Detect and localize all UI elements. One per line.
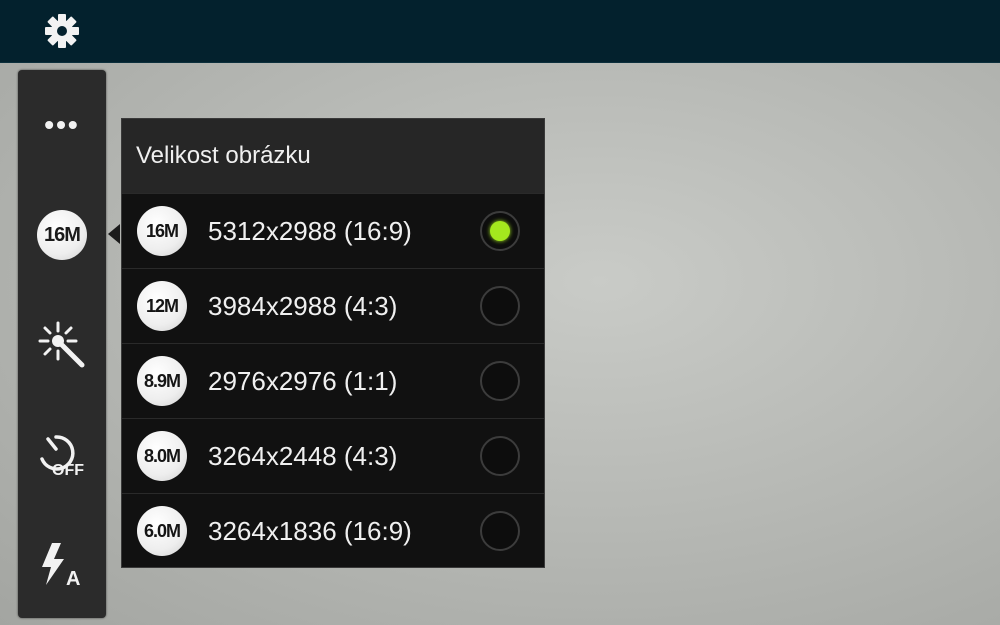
size-badge: 8.9M [137, 356, 187, 406]
picture-size-panel: Velikost obrázku 16M 5312x2988 (16:9) 12… [121, 118, 545, 568]
size-option[interactable]: 6.0M 3264x1836 (16:9) [122, 493, 544, 568]
picture-size-badge: 16M [37, 210, 87, 260]
size-label: 3984x2988 (4:3) [208, 291, 398, 321]
more-options-button[interactable]: ••• [18, 80, 106, 170]
flash-button[interactable]: A [18, 520, 106, 610]
radio-button[interactable] [480, 286, 520, 326]
magic-wand-icon [38, 321, 85, 368]
panel-pointer [108, 224, 120, 244]
ellipsis-icon: ••• [44, 109, 80, 140]
radio-button-selected[interactable] [480, 211, 520, 251]
timer-button[interactable]: OFF [18, 410, 106, 500]
size-badge: 6.0M [137, 506, 187, 556]
radio-button[interactable] [480, 361, 520, 401]
radio-button[interactable] [480, 511, 520, 551]
size-option[interactable]: 8.0M 3264x2448 (4:3) [122, 418, 544, 493]
radio-button[interactable] [480, 436, 520, 476]
size-badge: 12M [137, 281, 187, 331]
size-option[interactable]: 12M 3984x2988 (4:3) [122, 268, 544, 343]
size-badge: 16M [137, 206, 187, 256]
timer-off-label: OFF [52, 462, 84, 479]
top-bar [0, 0, 1000, 63]
panel-title: Velikost obrázku [122, 119, 544, 193]
effects-button[interactable] [18, 300, 106, 390]
size-option[interactable]: 16M 5312x2988 (16:9) [122, 193, 544, 268]
timer-off-icon: OFF [40, 435, 84, 479]
picture-size-button[interactable]: 16M [18, 190, 106, 280]
size-label: 3264x2448 (4:3) [208, 441, 398, 471]
camera-settings-sidebar: ••• 16M OFF A [18, 70, 106, 618]
gear-icon[interactable] [44, 13, 80, 49]
flash-auto-icon: A [42, 543, 80, 590]
size-label: 5312x2988 (16:9) [208, 216, 412, 246]
size-label: 2976x2976 (1:1) [208, 366, 398, 396]
size-option[interactable]: 8.9M 2976x2976 (1:1) [122, 343, 544, 418]
flash-auto-label: A [66, 568, 80, 590]
size-label: 3264x1836 (16:9) [208, 516, 412, 546]
size-badge: 8.0M [137, 431, 187, 481]
